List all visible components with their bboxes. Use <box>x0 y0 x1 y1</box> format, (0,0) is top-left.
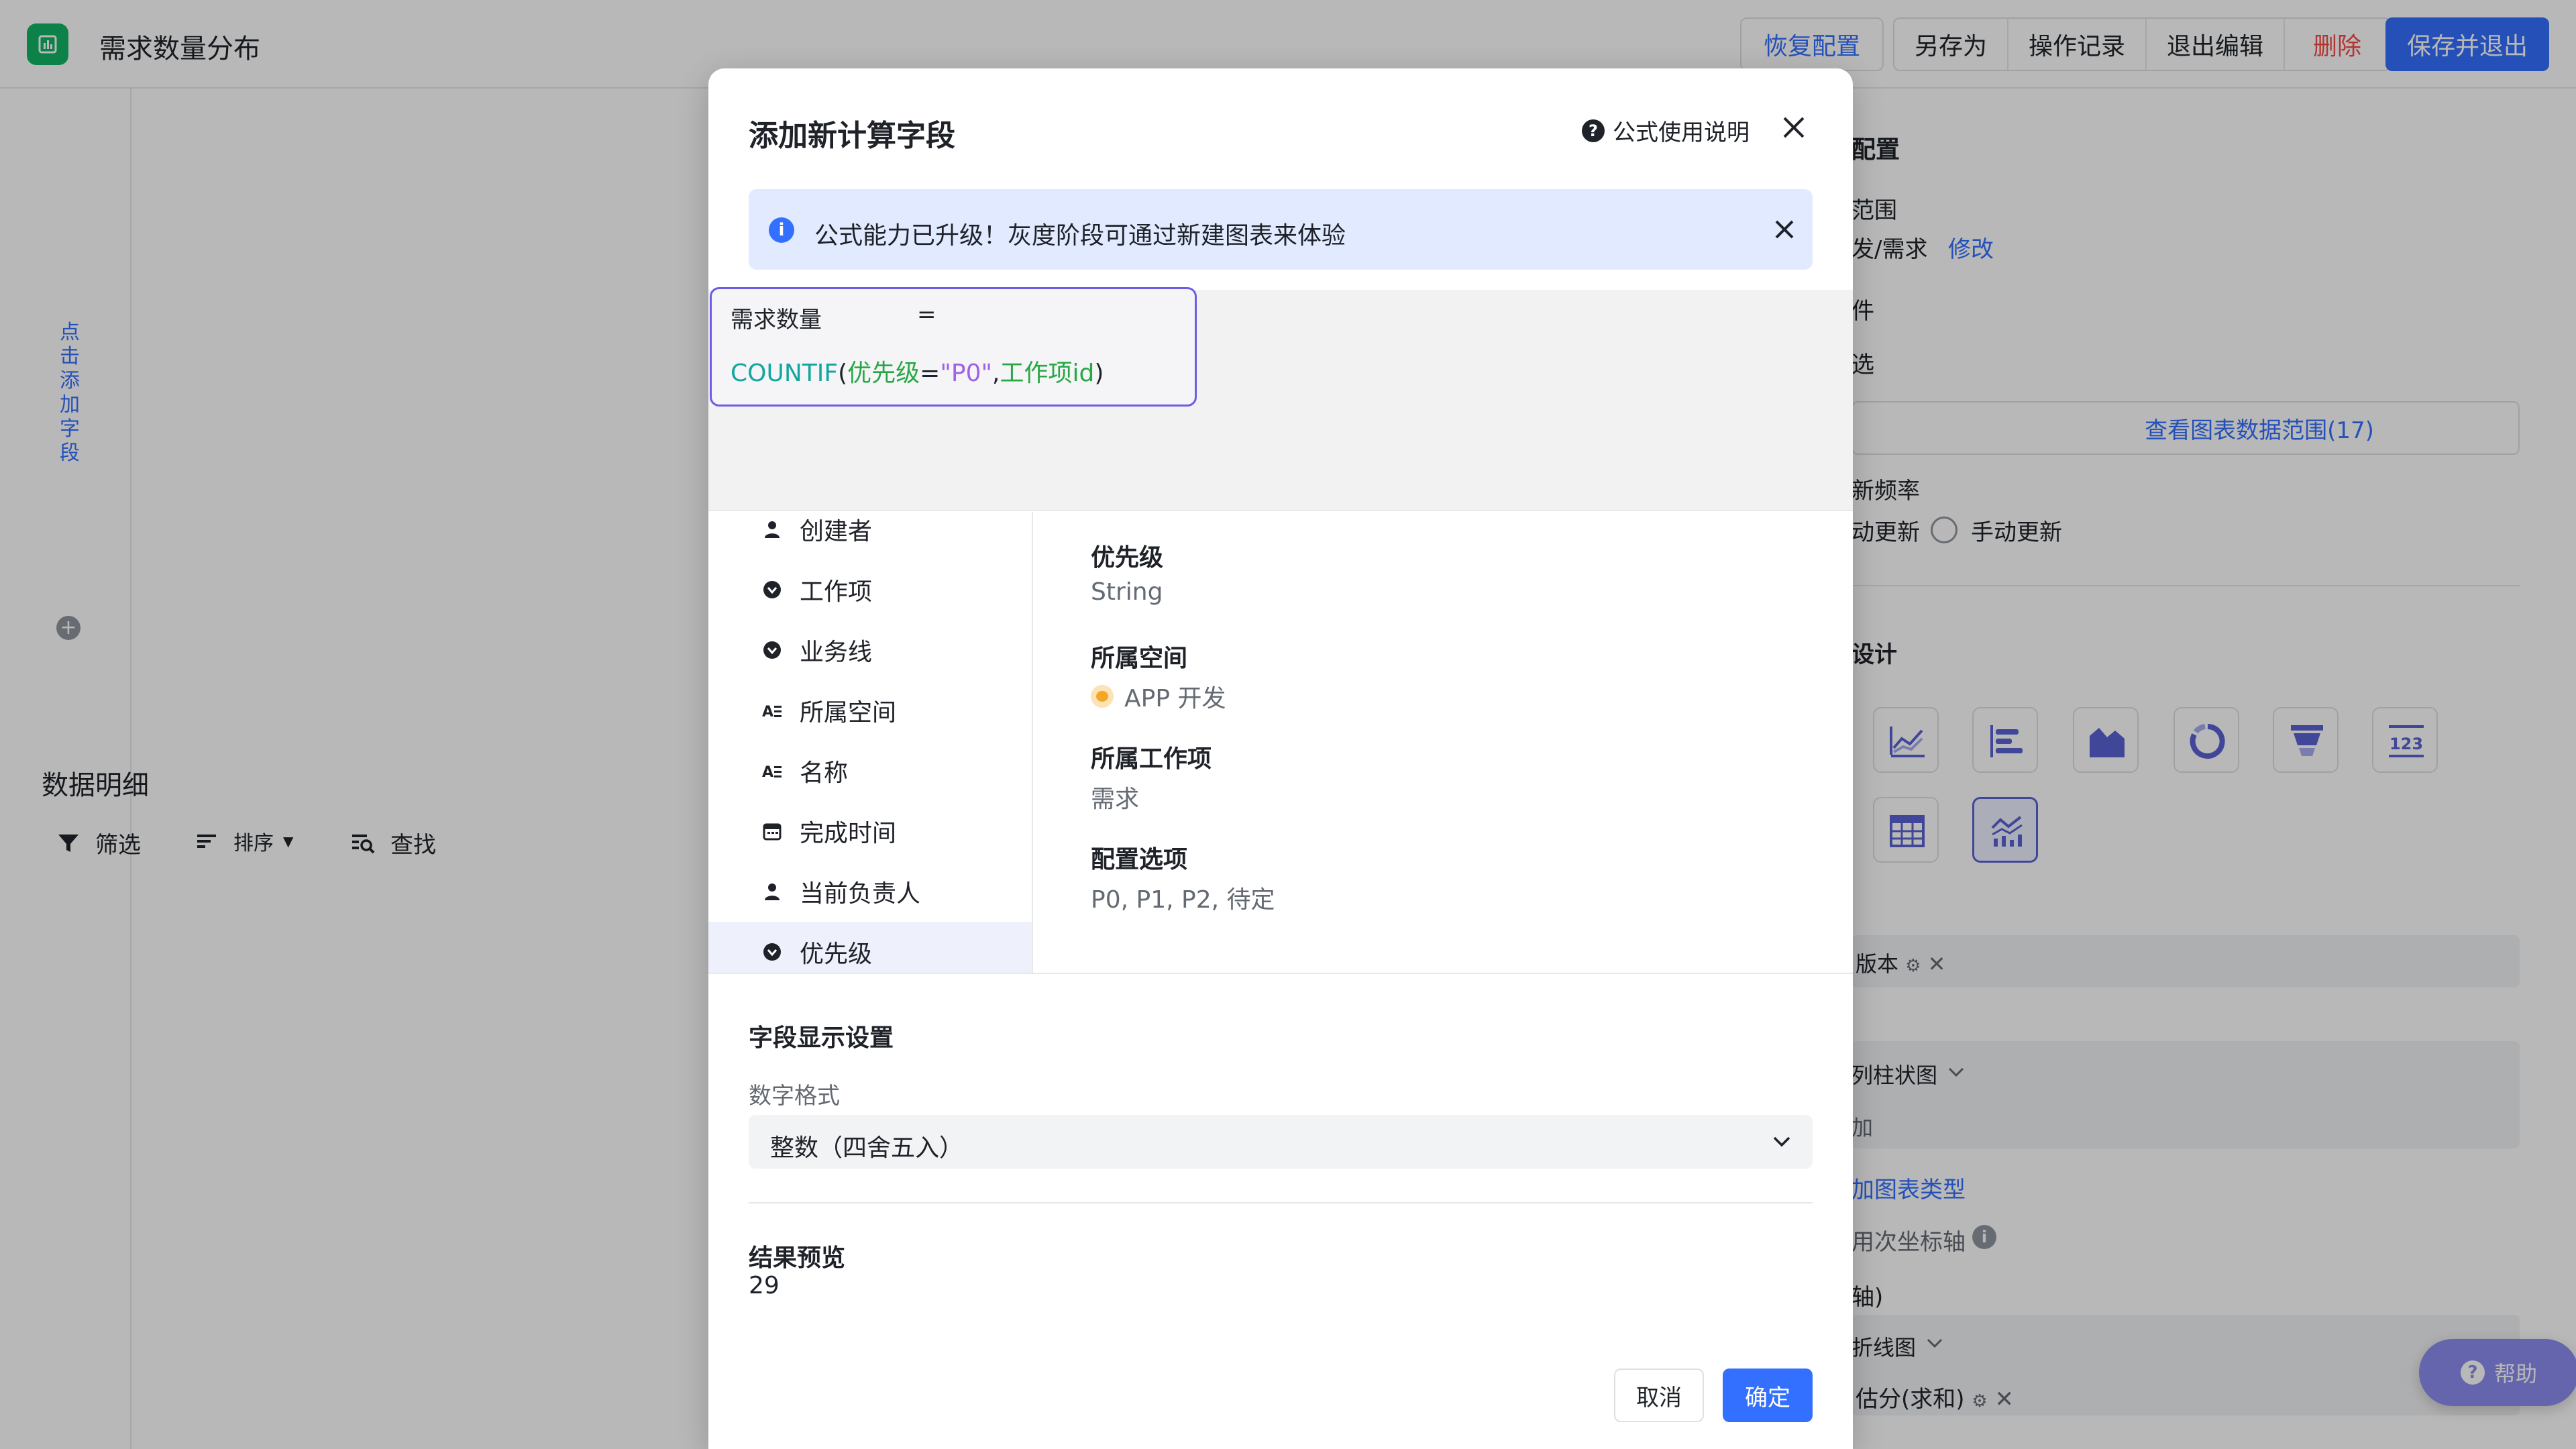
field-item-workitem[interactable]: 工作项 <box>708 559 1032 620</box>
field-item-name[interactable]: A 名称 <box>708 741 1032 801</box>
field-item-business-line[interactable]: 业务线 <box>708 620 1032 680</box>
field-detail-space-value: APP 开发 <box>1091 679 1226 714</box>
upgrade-notice: i 公式能力已升级！灰度阶段可通过新建图表来体验 <box>749 189 1813 270</box>
formula-paren-close: ) <box>1094 360 1104 387</box>
text-icon: A <box>762 704 782 720</box>
field-detail-type: String <box>1091 578 1163 606</box>
field-item-label: 所属空间 <box>800 699 897 727</box>
number-format-value: 整数（四舍五入） <box>770 1134 964 1162</box>
field-item-label: 名称 <box>800 759 849 787</box>
svg-text:A: A <box>762 704 773 720</box>
formula-function: COUNTIF <box>731 360 839 387</box>
space-avatar-icon <box>1091 685 1114 708</box>
number-format-label: 数字格式 <box>749 1083 840 1110</box>
divider <box>749 1202 1813 1203</box>
calendar-icon <box>763 823 782 841</box>
field-name-input[interactable]: 需求数量 <box>731 301 822 334</box>
space-name: APP 开发 <box>1124 685 1226 712</box>
svg-text:A: A <box>762 764 773 781</box>
field-item-label: 创建者 <box>800 518 873 545</box>
field-item-label: 当前负责人 <box>800 880 921 908</box>
info-icon: i <box>769 217 794 243</box>
field-item-label: 业务线 <box>800 639 873 666</box>
display-settings-title: 字段显示设置 <box>749 1024 894 1052</box>
formula-help-link[interactable]: ? 公式使用说明 <box>1582 114 1750 147</box>
equals-sign: = <box>917 301 936 328</box>
person-icon <box>765 521 780 538</box>
add-calculated-field-modal: 添加新计算字段 ? 公式使用说明 i 公式能力已升级！灰度阶段可通过新建图表来体… <box>708 68 1853 1449</box>
cancel-button[interactable]: 取消 <box>1614 1368 1704 1422</box>
field-item-finish-time[interactable]: 完成时间 <box>708 801 1032 861</box>
person-icon <box>765 883 780 900</box>
field-item-label: 工作项 <box>800 578 873 606</box>
formula-input[interactable]: 需求数量 = COUNTIF(优先级="P0",工作项id) <box>710 287 1197 407</box>
notice-text: 公式能力已升级！灰度阶段可通过新建图表来体验 <box>814 222 1346 250</box>
field-item-label: 优先级 <box>800 941 873 968</box>
formula-field-ref: 工作项id <box>1000 360 1095 387</box>
formula-string: "P0" <box>940 360 993 387</box>
formula-comma: , <box>992 360 1000 387</box>
field-item-assignee[interactable]: 当前负责人 <box>708 861 1032 922</box>
select-icon <box>763 581 781 598</box>
formula-help-label: 公式使用说明 <box>1613 119 1750 146</box>
select-icon <box>763 641 781 659</box>
select-icon <box>763 943 781 961</box>
field-detail-workitem-label: 所属工作项 <box>1091 745 1212 773</box>
text-icon: A <box>762 764 782 781</box>
close-notice-icon[interactable] <box>1771 216 1798 243</box>
divider <box>708 973 1853 974</box>
field-detail-name: 优先级 <box>1091 544 1164 572</box>
result-preview-label: 结果预览 <box>749 1244 846 1272</box>
chevron-down-icon <box>1773 1136 1790 1147</box>
field-detail-options-value: P0, P1, P2, 待定 <box>1091 886 1275 914</box>
number-format-select[interactable]: 整数（四舍五入） <box>749 1115 1813 1169</box>
modal-title: 添加新计算字段 <box>749 119 955 153</box>
result-preview-value: 29 <box>749 1272 780 1299</box>
field-detail-space-label: 所属空间 <box>1091 645 1188 672</box>
field-list: 创建者 工作项 业务线 A 所属空间 A 名称 完成时间 当前负责人 优先级 <box>708 513 1033 974</box>
formula-expression[interactable]: COUNTIF(优先级="P0",工作项id) <box>731 354 1104 388</box>
field-item-label: 完成时间 <box>800 820 897 847</box>
field-detail-workitem-value: 需求 <box>1091 786 1140 813</box>
formula-field-ref: 优先级 <box>847 360 920 387</box>
confirm-button[interactable]: 确定 <box>1723 1368 1813 1422</box>
field-item-priority[interactable]: 优先级 <box>708 922 1032 974</box>
formula-operator: = <box>920 360 941 387</box>
formula-paren-open: ( <box>838 360 848 387</box>
field-item-creator[interactable]: 创建者 <box>708 513 1032 559</box>
field-detail-options-label: 配置选项 <box>1091 846 1188 873</box>
close-icon[interactable] <box>1779 113 1809 142</box>
field-item-space[interactable]: A 所属空间 <box>708 680 1032 741</box>
question-circle-icon: ? <box>1582 119 1605 142</box>
